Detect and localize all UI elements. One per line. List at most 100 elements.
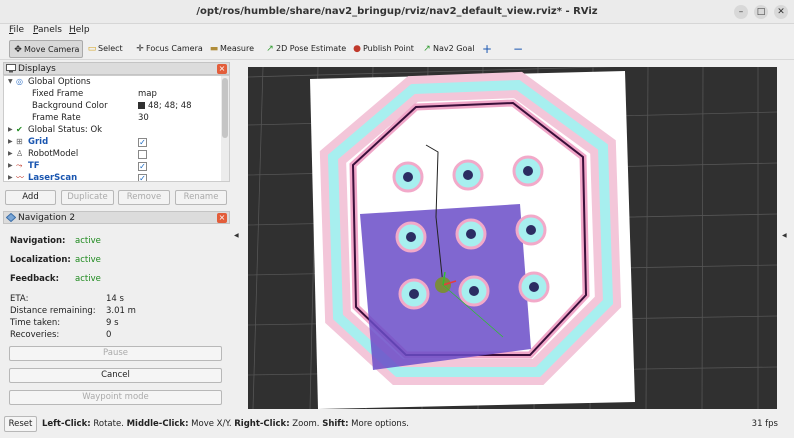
menu-panels-rest: anels bbox=[38, 25, 62, 35]
distance-remaining-label: Distance remaining: bbox=[10, 306, 96, 316]
navigation-status-label: Navigation: bbox=[10, 236, 66, 246]
focus-camera-icon: ✛ bbox=[136, 44, 144, 54]
move-camera-tool[interactable]: ✥ Move Camera bbox=[9, 40, 84, 58]
measure-tool[interactable]: ▬ Measure bbox=[206, 40, 254, 58]
left-splitter[interactable]: ◀ bbox=[233, 60, 240, 410]
globe-icon: ◎ bbox=[16, 77, 23, 86]
monitor-icon bbox=[6, 64, 16, 73]
tf-checkbox[interactable]: ✓ bbox=[138, 162, 147, 171]
menu-file[interactable]: File bbox=[9, 25, 24, 35]
move-camera-label: Move Camera bbox=[24, 45, 80, 54]
hint-right-text: Zoom. bbox=[289, 419, 323, 429]
hint-left-key: Left-Click: bbox=[42, 419, 91, 429]
add-display-button[interactable]: Add bbox=[5, 190, 56, 205]
display-item-tf[interactable]: ▶ ⤳ TF ✓ bbox=[4, 160, 220, 172]
frame-rate-label: Frame Rate bbox=[32, 113, 81, 123]
remove-tool-button[interactable]: − bbox=[511, 40, 525, 58]
localization-status-value: active bbox=[75, 255, 101, 265]
distance-remaining-value: 3.01 m bbox=[106, 306, 136, 316]
fixed-frame-row[interactable]: Fixed Frame map bbox=[4, 88, 220, 100]
measure-label: Measure bbox=[220, 44, 254, 53]
minimize-button[interactable]: – bbox=[734, 5, 748, 19]
robotmodel-checkbox[interactable] bbox=[138, 150, 147, 159]
fixed-frame-label: Fixed Frame bbox=[32, 89, 84, 99]
navigation-panel: Navigation: active Localization: active … bbox=[3, 225, 230, 408]
map-pin-icon: ● bbox=[353, 44, 361, 54]
pause-button[interactable]: Pause bbox=[9, 346, 222, 361]
display-item-label: Grid bbox=[28, 137, 49, 147]
background-color-label: Background Color bbox=[32, 101, 108, 111]
displays-tree: ▼ ◎ Global Options Fixed Frame map Backg… bbox=[3, 75, 230, 182]
navigation-close-button[interactable]: × bbox=[217, 213, 227, 223]
menu-panels[interactable]: Panels bbox=[33, 25, 62, 35]
menu-help-mnemonic: H bbox=[69, 25, 76, 35]
global-status-label: Global Status: Ok bbox=[28, 125, 103, 135]
robot-icon: ♙ bbox=[16, 149, 24, 158]
frame-rate-value[interactable]: 30 bbox=[138, 112, 149, 124]
frame-rate-row[interactable]: Frame Rate 30 bbox=[4, 112, 220, 124]
diamond-icon bbox=[6, 213, 16, 222]
add-tool-button[interactable]: + bbox=[480, 40, 494, 58]
right-splitter[interactable]: ◀ bbox=[781, 60, 788, 410]
rename-display-button[interactable]: Rename bbox=[175, 190, 227, 205]
select-tool[interactable]: ▭ Select bbox=[84, 40, 123, 58]
green-arrow-icon: ↗ bbox=[266, 44, 274, 54]
navigation-title: Navigation 2 bbox=[18, 213, 76, 223]
recoveries-value: 0 bbox=[106, 330, 112, 340]
focus-camera-label: Focus Camera bbox=[146, 44, 203, 53]
time-taken-label: Time taken: bbox=[10, 318, 61, 328]
display-item-robotmodel[interactable]: ▶ ♙ RobotModel bbox=[4, 148, 220, 160]
color-swatch-icon[interactable] bbox=[138, 102, 145, 109]
scrollbar-thumb[interactable] bbox=[222, 78, 228, 138]
render-viewport[interactable] bbox=[248, 67, 777, 409]
reset-button[interactable]: Reset bbox=[4, 416, 37, 432]
display-item-grid[interactable]: ▶ ⊞ Grid ✓ bbox=[4, 136, 220, 148]
eta-label: ETA: bbox=[10, 294, 29, 304]
nav2-goal-tool[interactable]: ↗ Nav2 Goal bbox=[419, 40, 474, 58]
hint-left-text: Rotate. bbox=[90, 419, 127, 429]
maximize-button[interactable]: □ bbox=[754, 5, 768, 19]
remove-display-button[interactable]: Remove bbox=[118, 190, 170, 205]
select-icon: ▭ bbox=[87, 44, 97, 54]
menu-help-rest: elp bbox=[75, 25, 90, 35]
menu-help[interactable]: Help bbox=[69, 25, 90, 35]
map-render[interactable] bbox=[248, 67, 777, 409]
background-color-value[interactable]: 48; 48; 48 bbox=[148, 100, 192, 112]
displays-close-button[interactable]: × bbox=[217, 64, 227, 74]
title-bar: /opt/ros/humble/share/nav2_bringup/rviz/… bbox=[0, 0, 794, 24]
ruler-icon: ▬ bbox=[209, 44, 219, 54]
pose-estimate-label: 2D Pose Estimate bbox=[276, 44, 347, 53]
fixed-frame-value[interactable]: map bbox=[138, 88, 157, 100]
grid-checkbox[interactable]: ✓ bbox=[138, 138, 147, 147]
tf-icon: ⤳ bbox=[16, 161, 23, 170]
global-options-row[interactable]: ▼ ◎ Global Options bbox=[4, 76, 220, 88]
duplicate-display-button[interactable]: Duplicate bbox=[61, 190, 114, 205]
hint-middle-key: Middle-Click: bbox=[126, 419, 189, 429]
collapsed-arrow-icon: ▶ bbox=[8, 150, 13, 157]
navigation-panel-header: Navigation 2 × bbox=[3, 211, 230, 224]
publish-point-tool[interactable]: ● Publish Point bbox=[349, 40, 414, 58]
collapsed-arrow-icon: ▶ bbox=[8, 138, 13, 145]
time-taken-value: 9 s bbox=[106, 318, 119, 328]
display-item-laserscan[interactable]: ▶ 〰 LaserScan ✓ bbox=[4, 172, 220, 182]
background-color-row[interactable]: Background Color 48; 48; 48 bbox=[4, 100, 220, 112]
navigation-status-value: active bbox=[75, 236, 101, 246]
laser-icon: 〰 bbox=[16, 173, 24, 182]
displays-scrollbar[interactable] bbox=[221, 76, 229, 181]
laserscan-checkbox[interactable]: ✓ bbox=[138, 174, 147, 181]
tool-bar: ✥ Move Camera ▭ Select ✛ Focus Camera ▬ Meas… bbox=[0, 38, 794, 60]
collapsed-arrow-icon: ▶ bbox=[8, 174, 13, 181]
localization-status-label: Localization: bbox=[10, 255, 71, 265]
waypoint-mode-button[interactable]: Waypoint mode bbox=[9, 390, 222, 405]
global-status-row[interactable]: ▶ ✔ Global Status: Ok bbox=[4, 124, 220, 136]
pose-estimate-tool[interactable]: ↗ 2D Pose Estimate bbox=[262, 40, 346, 58]
collapse-left-icon: ◀ bbox=[234, 232, 239, 239]
publish-point-label: Publish Point bbox=[363, 44, 414, 53]
hint-shift-key: Shift: bbox=[322, 419, 349, 429]
displays-title: Displays bbox=[18, 64, 56, 74]
cancel-button[interactable]: Cancel bbox=[9, 368, 222, 383]
grid-icon: ⊞ bbox=[16, 137, 23, 146]
focus-camera-tool[interactable]: ✛ Focus Camera bbox=[132, 40, 203, 58]
close-window-button[interactable]: ✕ bbox=[774, 5, 788, 19]
feedback-status-value: active bbox=[75, 274, 101, 284]
